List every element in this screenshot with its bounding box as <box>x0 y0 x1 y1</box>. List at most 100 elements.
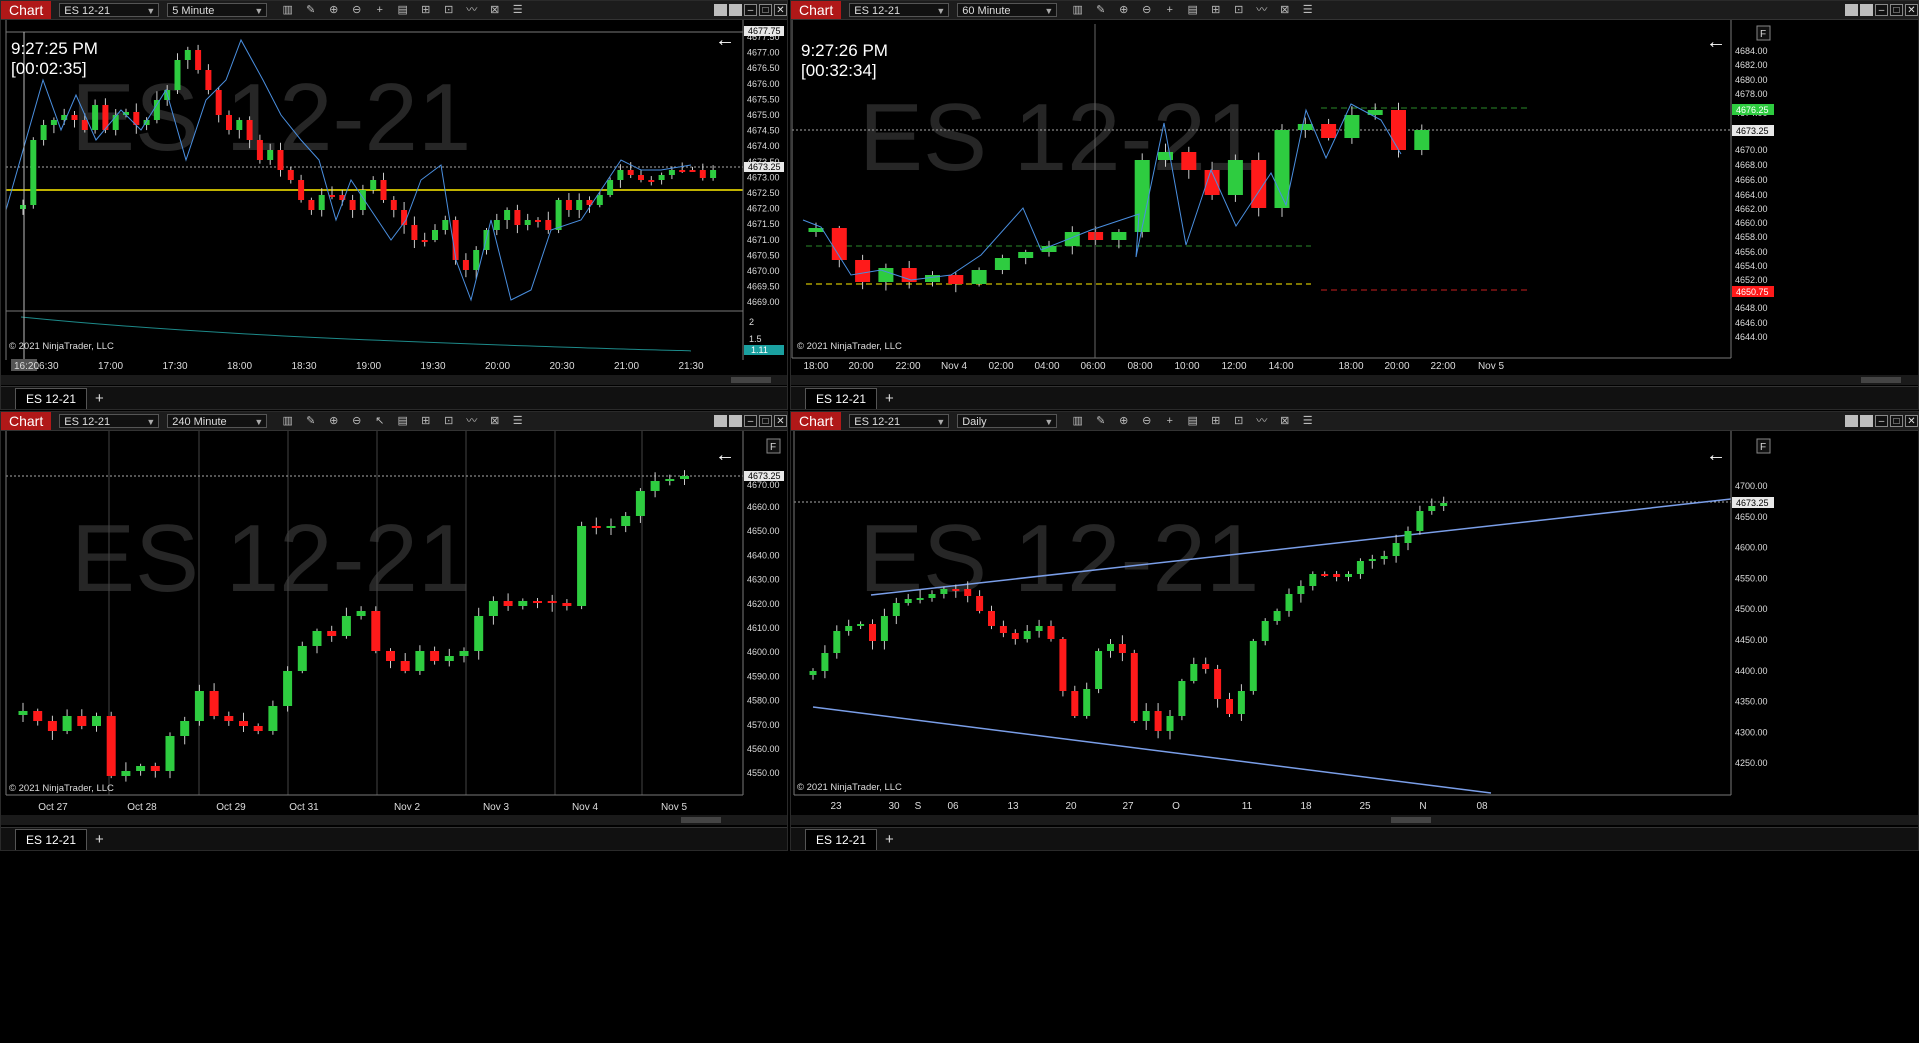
data-box-icon[interactable]: ▤ <box>394 3 411 17</box>
list-icon[interactable]: ☰ <box>1299 414 1316 428</box>
price-chart-daily[interactable]: ES 12-21 4700.004650.004600.004550.00450… <box>791 431 1918 827</box>
minimize-icon[interactable]: – <box>1875 415 1888 427</box>
maximize-icon[interactable]: □ <box>1890 4 1903 16</box>
properties-icon[interactable]: ⊞ <box>1207 3 1224 17</box>
tile-icon[interactable] <box>1860 4 1873 16</box>
tile-icon[interactable] <box>729 415 742 427</box>
crosshair-icon[interactable]: + <box>1161 414 1178 428</box>
indicator-icon[interactable]: 〰 <box>1253 3 1270 17</box>
zoom-out-icon[interactable]: ⊖ <box>1138 414 1155 428</box>
horizontal-scrollbar[interactable] <box>1 815 787 825</box>
back-arrow-icon[interactable]: ← <box>715 29 735 51</box>
horizontal-scrollbar[interactable] <box>791 375 1918 385</box>
strategy-icon[interactable]: ⊡ <box>440 414 457 428</box>
scrollbar-thumb[interactable] <box>1391 817 1431 823</box>
add-tab-icon[interactable]: + <box>885 830 894 850</box>
tile-icon[interactable] <box>714 4 727 16</box>
pencil-icon[interactable]: ✎ <box>302 3 319 17</box>
instrument-selector[interactable]: ES 12-21 ▼ <box>849 414 950 428</box>
templates-icon[interactable]: ⊠ <box>486 3 503 17</box>
horizontal-scrollbar[interactable] <box>1 375 787 385</box>
templates-icon[interactable]: ⊠ <box>486 414 503 428</box>
scrollbar-thumb[interactable] <box>731 377 771 383</box>
bars-icon[interactable]: ▥ <box>1069 3 1086 17</box>
zoom-out-icon[interactable]: ⊖ <box>348 3 365 17</box>
properties-icon[interactable]: ⊞ <box>417 414 434 428</box>
chart-menu-button[interactable]: Chart <box>791 412 842 430</box>
templates-icon[interactable]: ⊠ <box>1276 3 1293 17</box>
interval-selector[interactable]: 240 Minute ▼ <box>167 414 268 428</box>
pencil-icon[interactable]: ✎ <box>1092 3 1109 17</box>
bars-icon[interactable]: ▥ <box>279 3 296 17</box>
zoom-in-icon[interactable]: ⊕ <box>325 414 342 428</box>
list-icon[interactable]: ☰ <box>1299 3 1316 17</box>
price-chart-60min[interactable]: ES 12-21 4684.00 4682.00 4680.00 4678.00 467… <box>791 20 1918 386</box>
instrument-selector[interactable]: ES 12-21 ▼ <box>59 414 160 428</box>
instrument-tab[interactable]: ES 12-21 <box>15 829 88 850</box>
tile-icon[interactable] <box>1860 415 1873 427</box>
zoom-out-icon[interactable]: ⊖ <box>1138 3 1155 17</box>
scrollbar-thumb[interactable] <box>1861 377 1901 383</box>
close-icon[interactable]: ✕ <box>1905 4 1918 16</box>
pencil-icon[interactable]: ✎ <box>302 414 319 428</box>
zoom-in-icon[interactable]: ⊕ <box>1115 3 1132 17</box>
data-box-icon[interactable]: ▤ <box>1184 414 1201 428</box>
tile-icon[interactable] <box>1845 4 1858 16</box>
chart-menu-button[interactable]: Chart <box>1 1 52 19</box>
minimize-icon[interactable]: – <box>744 4 757 16</box>
bars-icon[interactable]: ▥ <box>1069 414 1086 428</box>
bars-icon[interactable]: ▥ <box>279 414 296 428</box>
price-chart-240min[interactable]: ES 12-21 4660.00 4650.00 4640.00 4630.00 462… <box>1 431 787 827</box>
crosshair-icon[interactable]: + <box>1161 3 1178 17</box>
tile-icon[interactable] <box>714 415 727 427</box>
properties-icon[interactable]: ⊞ <box>417 3 434 17</box>
strategy-icon[interactable]: ⊡ <box>1230 414 1247 428</box>
instrument-tab[interactable]: ES 12-21 <box>805 829 878 850</box>
minimize-icon[interactable]: – <box>1875 4 1888 16</box>
minimize-icon[interactable]: – <box>744 415 757 427</box>
zoom-in-icon[interactable]: ⊕ <box>1115 414 1132 428</box>
indicator-icon[interactable]: 〰 <box>1253 414 1270 428</box>
close-icon[interactable]: ✕ <box>774 415 787 427</box>
tile-icon[interactable] <box>1845 415 1858 427</box>
price-chart-5min[interactable]: ES 12-21 4677.504677.004676.504676.00467… <box>1 20 787 386</box>
back-arrow-icon[interactable]: ← <box>1706 31 1726 53</box>
chart-menu-button[interactable]: Chart <box>791 1 842 19</box>
maximize-icon[interactable]: □ <box>759 4 772 16</box>
horizontal-scrollbar[interactable] <box>791 815 1918 825</box>
scrollbar-thumb[interactable] <box>681 817 721 823</box>
interval-selector[interactable]: 60 Minute ▼ <box>957 3 1058 17</box>
add-tab-icon[interactable]: + <box>885 389 894 409</box>
indicator-icon[interactable]: 〰 <box>463 3 480 17</box>
maximize-icon[interactable]: □ <box>1890 415 1903 427</box>
crosshair-icon[interactable]: + <box>371 3 388 17</box>
maximize-icon[interactable]: □ <box>759 415 772 427</box>
back-arrow-icon[interactable]: ← <box>1706 444 1726 466</box>
instrument-tab[interactable]: ES 12-21 <box>15 388 88 409</box>
pencil-icon[interactable]: ✎ <box>1092 414 1109 428</box>
list-icon[interactable]: ☰ <box>509 414 526 428</box>
zoom-out-icon[interactable]: ⊖ <box>348 414 365 428</box>
close-icon[interactable]: ✕ <box>774 4 787 16</box>
chart-menu-button[interactable]: Chart <box>1 412 52 430</box>
add-tab-icon[interactable]: + <box>95 389 104 409</box>
back-arrow-icon[interactable]: ← <box>715 444 735 466</box>
add-tab-icon[interactable]: + <box>95 830 104 850</box>
data-box-icon[interactable]: ▤ <box>1184 3 1201 17</box>
strategy-icon[interactable]: ⊡ <box>440 3 457 17</box>
tile-icon[interactable] <box>729 4 742 16</box>
instrument-tab[interactable]: ES 12-21 <box>805 388 878 409</box>
indicator-icon[interactable]: 〰 <box>463 414 480 428</box>
properties-icon[interactable]: ⊞ <box>1207 414 1224 428</box>
strategy-icon[interactable]: ⊡ <box>1230 3 1247 17</box>
interval-selector[interactable]: 5 Minute ▼ <box>167 3 268 17</box>
instrument-selector[interactable]: ES 12-21 ▼ <box>59 3 160 17</box>
templates-icon[interactable]: ⊠ <box>1276 414 1293 428</box>
close-icon[interactable]: ✕ <box>1905 415 1918 427</box>
interval-selector[interactable]: Daily ▼ <box>957 414 1058 428</box>
zoom-in-icon[interactable]: ⊕ <box>325 3 342 17</box>
list-icon[interactable]: ☰ <box>509 3 526 17</box>
instrument-selector[interactable]: ES 12-21 ▼ <box>849 3 950 17</box>
pointer-icon[interactable]: ↖ <box>371 414 388 428</box>
data-box-icon[interactable]: ▤ <box>394 414 411 428</box>
